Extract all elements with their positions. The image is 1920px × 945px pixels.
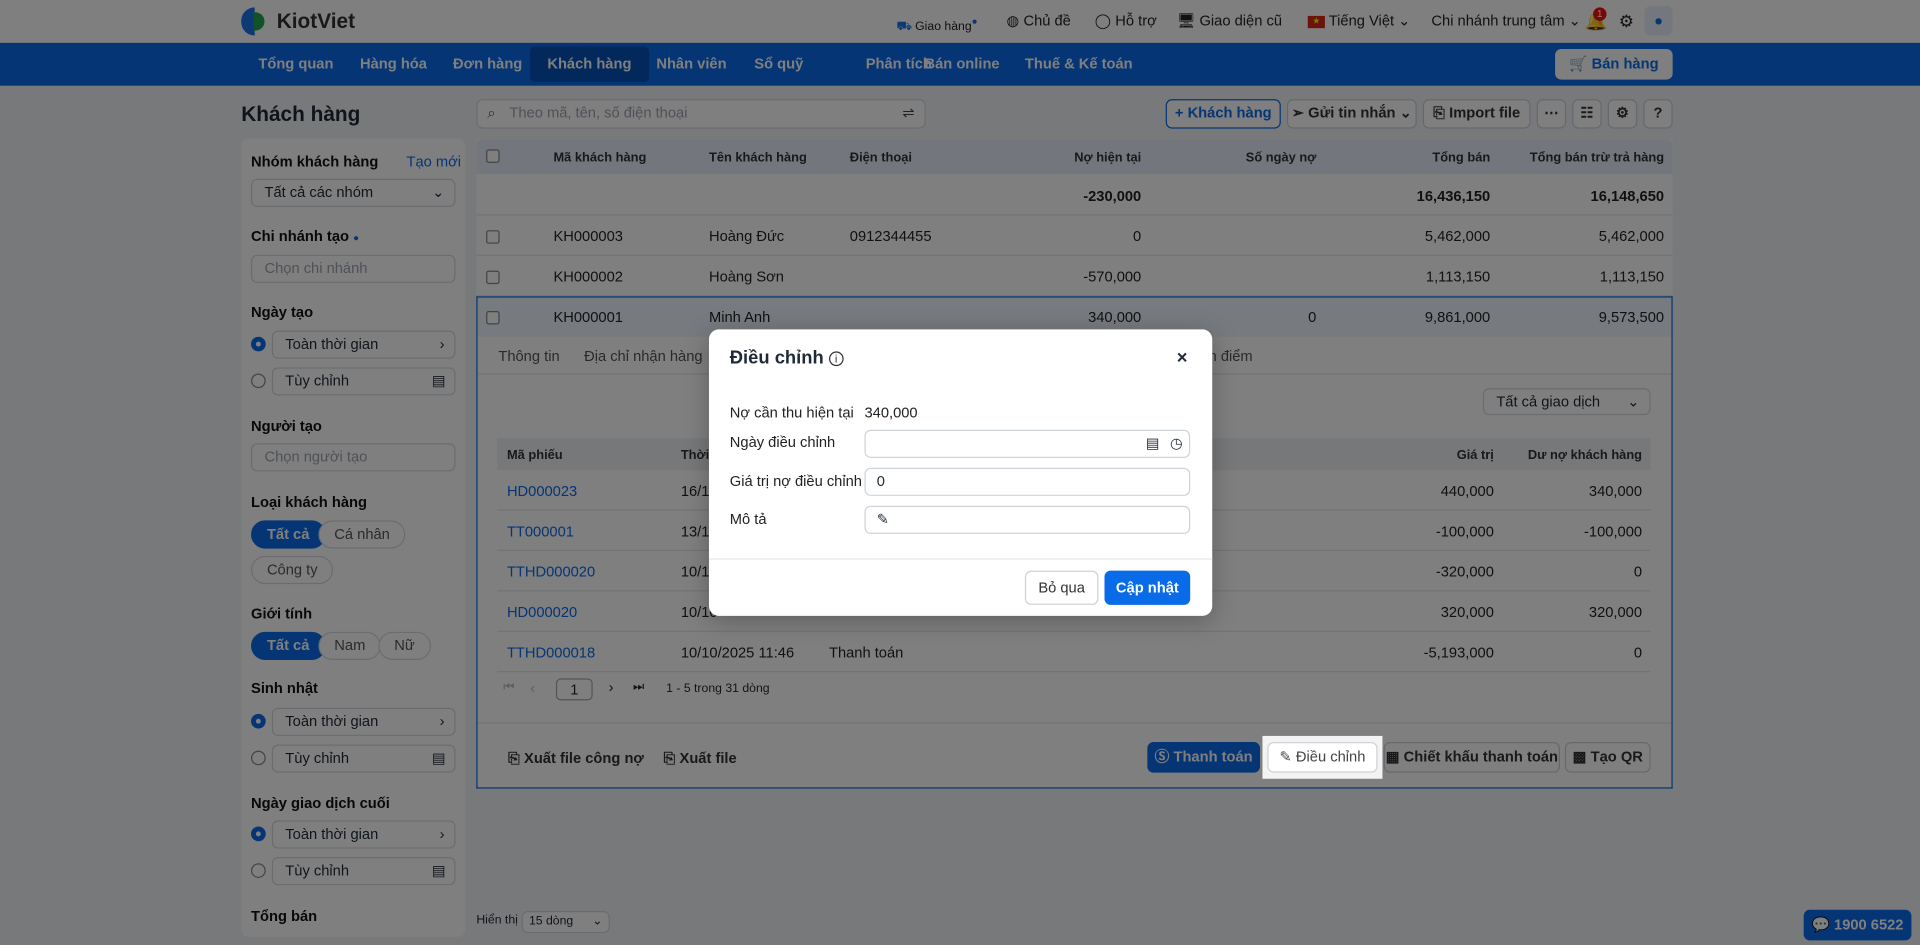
adjust-amount-input[interactable]: 0 (864, 467, 1191, 496)
current-debt-value: 340,000 (864, 404, 918, 422)
current-debt-label: Nợ cần thu hiện tại (729, 404, 854, 422)
pencil-icon: ✎ (1279, 748, 1292, 766)
description-label: Mô tả (729, 510, 767, 528)
close-icon[interactable]: × (1177, 348, 1188, 369)
pencil-icon: ✎ (876, 510, 890, 528)
clock-icon[interactable]: ◷ (1170, 431, 1183, 457)
update-button[interactable]: Cập nhật (1104, 570, 1191, 605)
adjust-amount-label: Giá trị nợ điều chỉnh (729, 472, 862, 490)
calendar-icon[interactable]: ▤ (1146, 431, 1160, 457)
modal-title: Điều chỉnh i (730, 348, 844, 369)
description-input[interactable]: ✎ (864, 505, 1191, 534)
adjust-date-input[interactable]: ▤ ◷ (864, 429, 1191, 458)
adjust-spotlight: ✎ Điều chỉnh (1262, 735, 1383, 779)
adjust-button[interactable]: ✎ Điều chỉnh (1267, 742, 1378, 773)
adjust-date-label: Ngày điều chỉnh (729, 433, 836, 451)
adjust-debt-modal: Điều chỉnh i × Nợ cần thu hiện tại 340,0… (708, 329, 1213, 616)
info-icon[interactable]: i (828, 351, 844, 367)
cancel-button[interactable]: Bỏ qua (1024, 570, 1099, 605)
